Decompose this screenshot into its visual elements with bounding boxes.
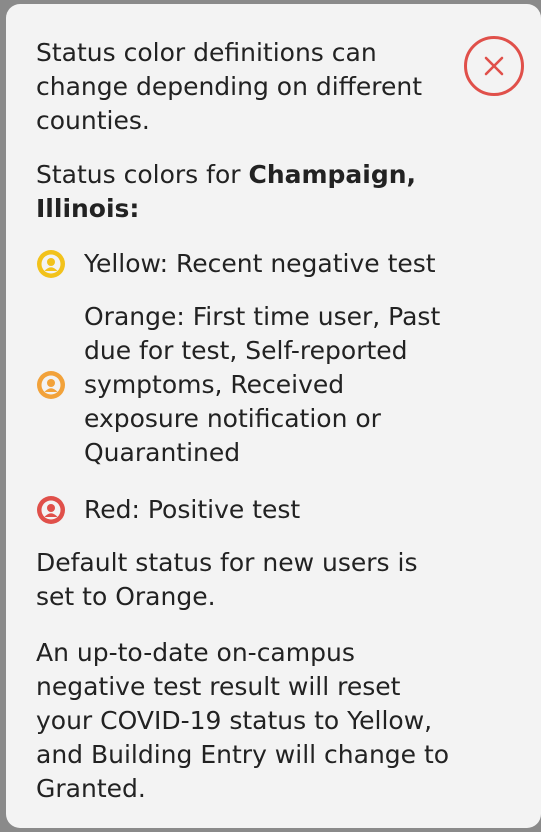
status-red-label: Red: Positive test	[84, 493, 300, 527]
status-red-line: Red: Positive test	[84, 495, 301, 524]
reset-note-line-2: negative test result will reset	[36, 672, 401, 701]
status-orange-line: symptoms, Received	[84, 370, 345, 399]
status-orange-line: due for test, Self-reported	[84, 336, 408, 365]
status-orange-line: exposure notification or	[84, 404, 381, 433]
status-info-dialog: Status color definitions can change depe…	[6, 4, 541, 828]
reset-note-line-1: An up-to-date on-campus	[36, 638, 355, 667]
default-note-line-1: Default status for new users is	[36, 548, 418, 577]
default-note-line-2: set to Orange.	[36, 582, 216, 611]
status-orange: Orange: First time user, Past due for te…	[36, 300, 440, 470]
location-county: Champaign,	[248, 160, 417, 189]
intro-line-2: change depending on different	[36, 72, 423, 101]
person-circle-icon	[37, 371, 65, 399]
close-button[interactable]	[464, 36, 524, 96]
status-orange-line: Orange: First time user, Past	[84, 302, 441, 331]
location-heading: Status colors for Champaign,	[36, 158, 416, 192]
location-state: Illinois:	[36, 194, 140, 223]
reset-note-line-3: your COVID-19 status to Yellow,	[36, 706, 433, 735]
status-yellow-line: Yellow: Recent negative test	[84, 249, 436, 278]
status-orange-line: Quarantined	[84, 438, 241, 467]
reset-note-line-4: and Building Entry will change to	[36, 740, 450, 769]
location-prefix: Status colors for	[36, 160, 249, 189]
intro-line-1: Status color definitions can	[36, 38, 377, 67]
status-red: Red: Positive test	[36, 493, 300, 527]
status-yellow: Yellow: Recent negative test	[36, 247, 436, 281]
person-circle-icon	[37, 496, 65, 524]
status-yellow-label: Yellow: Recent negative test	[84, 247, 436, 281]
reset-note-line-5: Granted.	[36, 774, 146, 803]
intro-line-3: counties.	[36, 106, 150, 135]
status-orange-label: Orange: First time user, Past due for te…	[84, 300, 440, 470]
close-icon	[484, 56, 504, 76]
person-circle-icon	[37, 250, 65, 278]
